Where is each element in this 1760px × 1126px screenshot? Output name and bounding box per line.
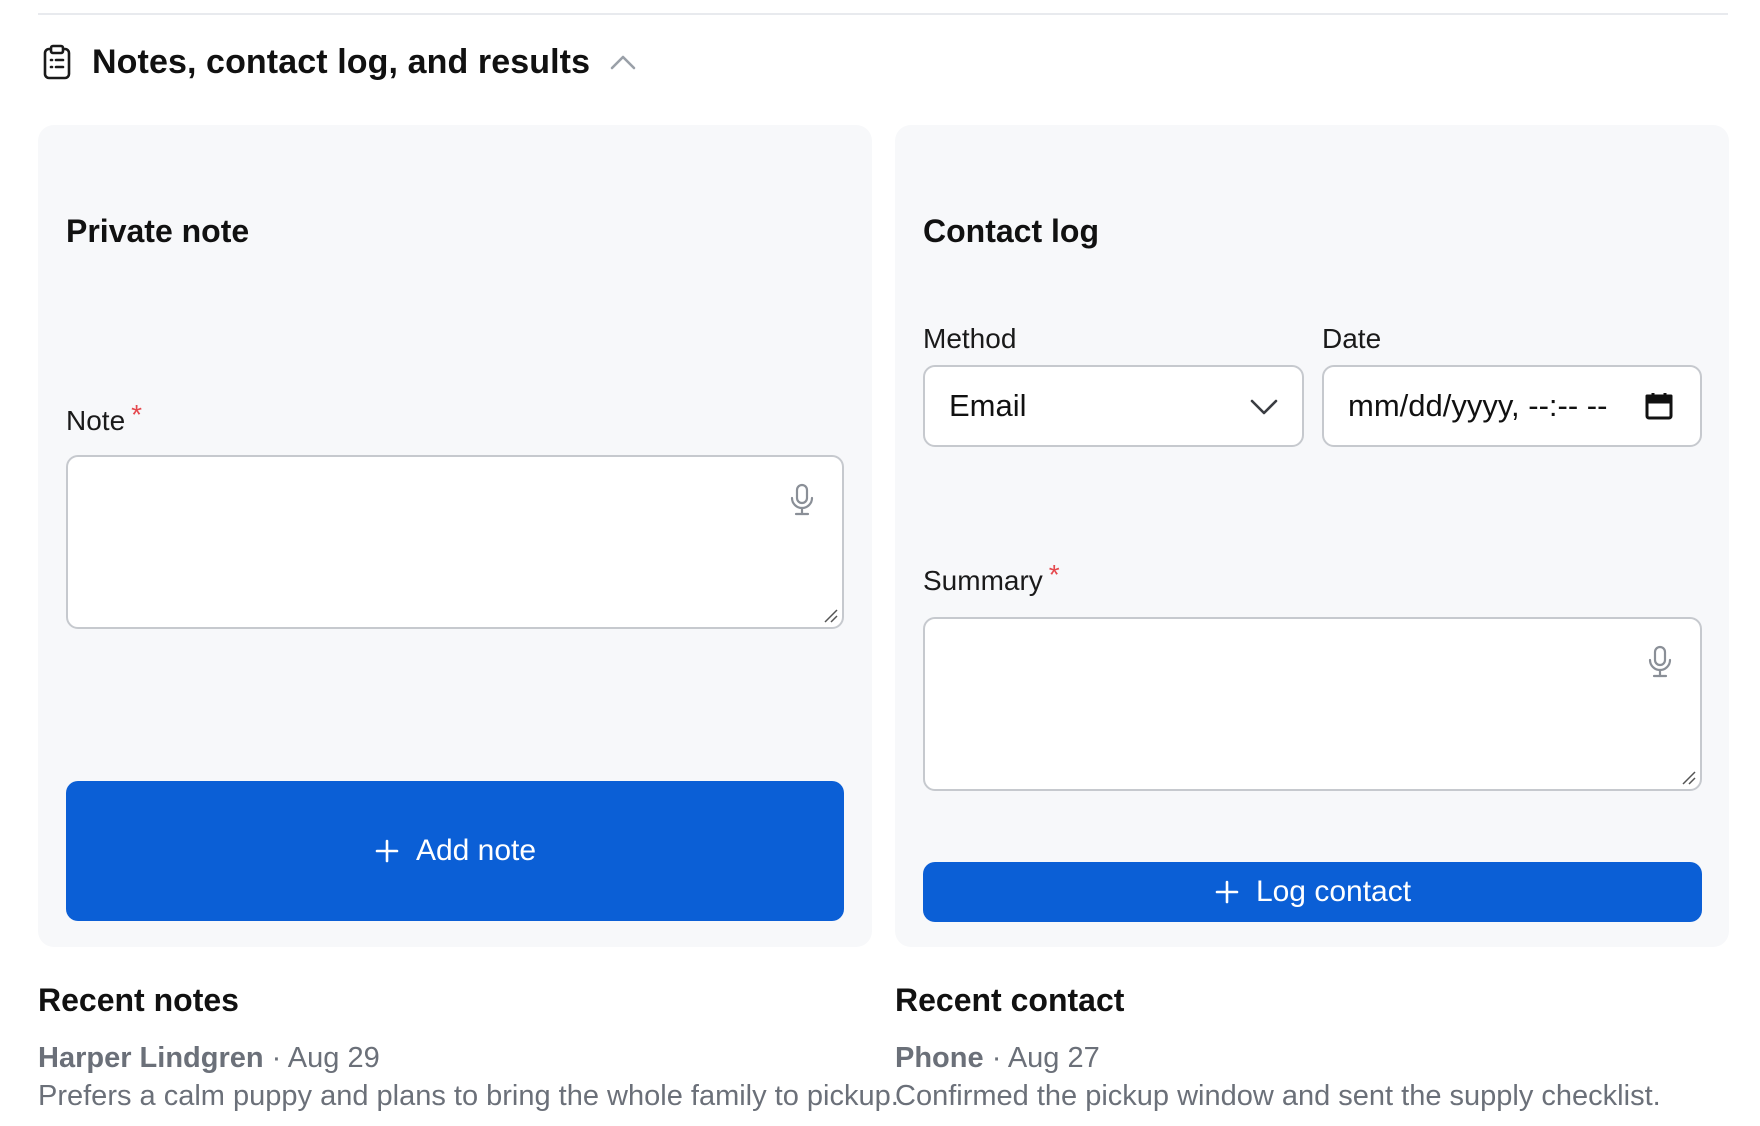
date-label: Date	[1322, 323, 1382, 354]
divider	[38, 13, 1728, 15]
note-author: Harper Lindgren	[38, 1042, 264, 1074]
contact-log-card: Contact log Method Date Email mm/dd/yyyy…	[895, 125, 1729, 947]
method-select-value: Email	[949, 388, 1027, 423]
calendar-icon[interactable]	[1644, 391, 1674, 421]
method-select[interactable]: Email	[923, 365, 1304, 447]
recent-note-meta: Harper Lindgren · Aug 29	[38, 1042, 380, 1075]
section-header[interactable]: Notes, contact log, and results	[38, 38, 638, 86]
recent-notes-title: Recent notes	[38, 982, 239, 1018]
microphone-icon[interactable]	[1646, 645, 1674, 679]
note-label: Note *	[66, 399, 142, 437]
page: Notes, contact log, and results Private …	[0, 0, 1760, 1126]
note-label-text: Note	[66, 405, 126, 436]
recent-contact-meta: Phone · Aug 27	[895, 1042, 1100, 1075]
method-label: Method	[923, 323, 1017, 354]
date-input[interactable]: mm/dd/yyyy, --:-- --	[1322, 365, 1702, 447]
required-mark: *	[131, 399, 143, 430]
date-input-placeholder: mm/dd/yyyy, --:-- --	[1348, 388, 1608, 423]
contact-method: Phone	[895, 1042, 984, 1074]
resize-handle[interactable]	[822, 607, 838, 623]
meta-separator: ·	[991, 1042, 1008, 1074]
chevron-down-icon	[1248, 391, 1280, 423]
log-contact-button[interactable]: Log contact	[923, 862, 1702, 922]
add-note-button[interactable]: Add note	[66, 781, 844, 921]
log-contact-label: Log contact	[1255, 875, 1412, 908]
plus-icon	[1214, 879, 1240, 905]
summary-label: Summary *	[923, 559, 1060, 597]
contact-log-title: Contact log	[923, 213, 1099, 249]
section-title: Notes, contact log, and results	[92, 42, 591, 81]
microphone-icon[interactable]	[788, 483, 816, 517]
plus-icon	[374, 838, 400, 864]
recent-note-text: Prefers a calm puppy and plans to bring …	[38, 1080, 899, 1112]
clipboard-icon	[38, 43, 76, 81]
private-note-title: Private note	[66, 213, 250, 249]
private-note-card: Private note Note * Add note	[38, 125, 872, 947]
summary-label-text: Summary	[923, 565, 1043, 596]
required-mark: *	[1048, 559, 1060, 590]
summary-textarea[interactable]	[923, 617, 1702, 791]
meta-separator: ·	[271, 1042, 288, 1074]
resize-handle[interactable]	[1680, 769, 1696, 785]
contact-date: Aug 27	[1007, 1042, 1100, 1074]
add-note-label: Add note	[415, 834, 537, 867]
note-textarea[interactable]	[66, 455, 844, 629]
recent-contact-text: Confirmed the pickup window and sent the…	[895, 1080, 1661, 1112]
note-date: Aug 29	[287, 1042, 380, 1074]
chevron-up-icon[interactable]	[608, 47, 638, 77]
recent-contact-title: Recent contact	[895, 982, 1125, 1018]
